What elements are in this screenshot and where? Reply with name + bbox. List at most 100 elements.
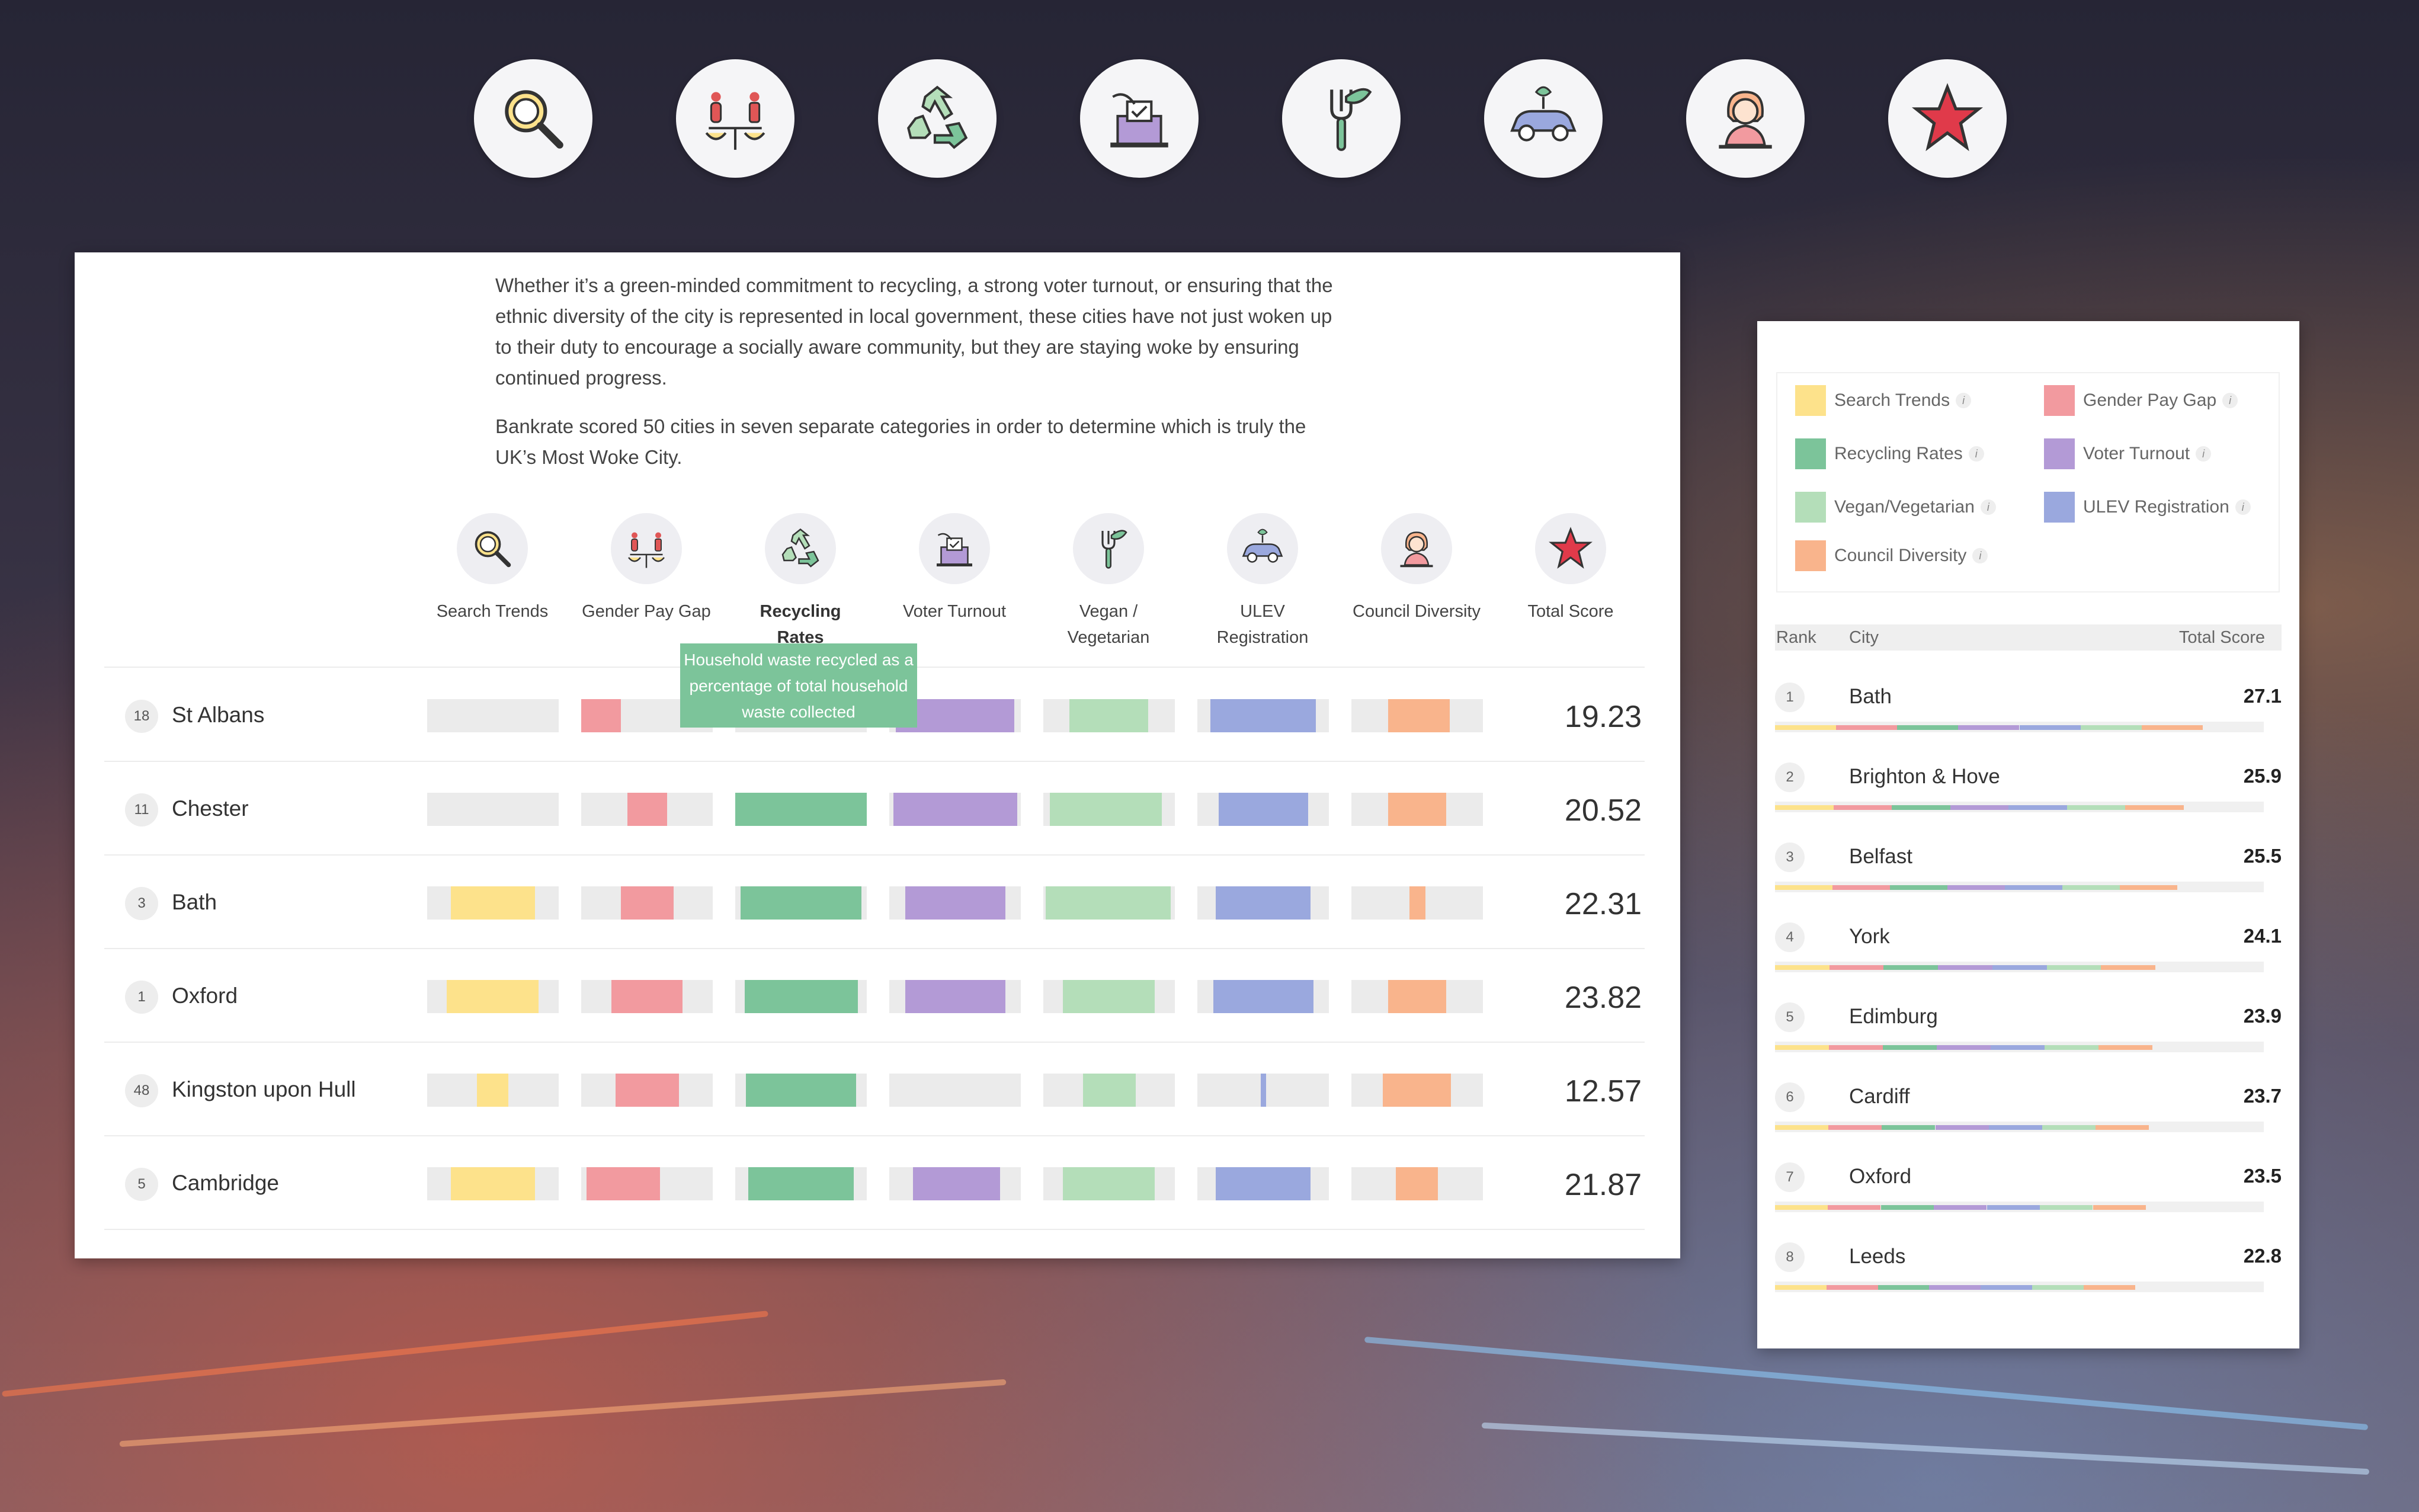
gender-pay-gap-bar[interactable] [581,980,713,1013]
bar-fill [447,980,539,1013]
list-city-name: Leeds [1849,1245,1906,1268]
voter-turnout-bar[interactable] [889,980,1021,1013]
vegan-vegetarian-bar[interactable] [1043,793,1175,826]
segment-voter-turnout [1937,1045,1991,1050]
ulev-registration-bar[interactable] [1197,793,1329,826]
column-header-search-trends[interactable]: Search Trends [427,513,558,624]
table-row[interactable]: 11 Chester 20.52 [104,761,1645,856]
legend-item-search-trends[interactable]: Search Trends i [1795,385,1972,416]
vegan-vegetarian-bar[interactable] [1043,1167,1175,1200]
info-icon[interactable]: i [1968,446,1984,462]
list-rank-badge: 1 [1775,683,1805,712]
recycle-icon [878,59,997,178]
legend-item-ulev-registration[interactable]: ULEV Registration i [2044,492,2251,523]
column-header-vegan-vegetarian[interactable]: Vegan / Vegetarian [1043,513,1174,651]
voter-turnout-bar[interactable] [889,1074,1021,1107]
recycling-rates-bar[interactable] [735,886,867,920]
search-trends-bar[interactable] [427,1167,559,1200]
column-header-ulev-registration[interactable]: ULEV Registration [1197,513,1328,651]
recycling-rates-bar[interactable] [735,980,867,1013]
list-rank-badge: 5 [1775,1002,1805,1032]
star-icon [1888,59,2007,178]
council-diversity-bar[interactable] [1351,980,1483,1013]
vegan-vegetarian-bar[interactable] [1043,980,1175,1013]
vegan-vegetarian-bar[interactable] [1043,886,1175,920]
bar-fill [627,793,667,826]
vegan-vegetarian-bar[interactable] [1043,1074,1175,1107]
council-diversity-bar[interactable] [1351,699,1483,732]
ranking-list-item[interactable]: 4 York 24.1 [1775,911,2282,991]
city-name: Chester [172,796,249,821]
recycling-rates-bar[interactable] [735,793,867,826]
councillor-icon [1686,59,1805,178]
search-trends-bar[interactable] [427,980,559,1013]
list-rank-badge: 7 [1775,1162,1805,1192]
info-icon[interactable]: i [2235,499,2251,515]
legend-swatch [1795,540,1826,571]
column-header-voter-turnout[interactable]: Voter Turnout [889,513,1020,624]
segment-search-trends [1775,1045,1829,1050]
info-icon[interactable]: i [1980,499,1996,515]
score-composition-bar [1775,1282,2264,1292]
column-label: Voter Turnout [902,602,1007,621]
table-row[interactable]: 1 Oxford 23.82 [104,948,1645,1043]
voter-turnout-bar[interactable] [889,886,1021,920]
table-row[interactable]: 3 Bath 22.31 [104,854,1645,949]
column-header-recycling-rates[interactable]: Recycling Rates [735,513,866,651]
table-row[interactable]: 48 Kingston upon Hull 12.57 [104,1042,1645,1136]
segment-vegan-vegetarian [2045,1045,2098,1050]
legend-item-council-diversity[interactable]: Council Diversity i [1795,540,1988,571]
council-diversity-bar[interactable] [1351,1074,1483,1107]
voter-turnout-bar[interactable] [889,793,1021,826]
light-streak [1364,1336,2369,1431]
recycle-icon [765,513,836,584]
segment-voter-turnout [1947,885,2005,890]
ballot-box-icon [1080,59,1199,178]
gender-pay-gap-bar[interactable] [581,793,713,826]
info-icon[interactable]: i [2222,393,2238,408]
council-diversity-bar[interactable] [1351,886,1483,920]
recycling-rates-bar[interactable] [735,1167,867,1200]
ranking-list-item[interactable]: 1 Bath 27.1 [1775,671,2282,751]
ulev-registration-bar[interactable] [1197,699,1329,732]
gender-pay-gap-bar[interactable] [581,886,713,920]
ranking-list-item[interactable]: 2 Brighton & Hove 25.9 [1775,751,2282,831]
segment-voter-turnout [1934,1205,1987,1210]
council-diversity-bar[interactable] [1351,1167,1483,1200]
segment-recycling-rates [1883,965,1938,970]
ranking-list-item[interactable]: 6 Cardiff 23.7 [1775,1071,2282,1151]
ranking-list-item[interactable]: 5 Edimburg 23.9 [1775,991,2282,1071]
ranking-list-item[interactable]: 8 Leeds 22.8 [1775,1231,2282,1311]
legend-item-gender-pay-gap[interactable]: Gender Pay Gap i [2044,385,2238,416]
column-header-total-score[interactable]: Total Score [1505,513,1636,624]
segment-recycling-rates [1890,885,1947,890]
vegan-vegetarian-bar[interactable] [1043,699,1175,732]
search-icon [474,59,592,178]
ulev-registration-bar[interactable] [1197,980,1329,1013]
gender-pay-gap-bar[interactable] [581,1074,713,1107]
info-icon[interactable]: i [1972,548,1988,563]
search-trends-bar[interactable] [427,1074,559,1107]
info-icon[interactable]: i [1956,393,1972,408]
voter-turnout-bar[interactable] [889,1167,1021,1200]
column-header-council-diversity[interactable]: Council Diversity [1351,513,1482,624]
ulev-registration-bar[interactable] [1197,1074,1329,1107]
segment-recycling-rates [1878,1285,1930,1290]
ulev-registration-bar[interactable] [1197,886,1329,920]
ulev-registration-bar[interactable] [1197,1167,1329,1200]
ranking-list-item[interactable]: 7 Oxford 23.5 [1775,1151,2282,1231]
council-diversity-bar[interactable] [1351,793,1483,826]
legend-item-recycling-rates[interactable]: Recycling Rates i [1795,438,1984,469]
search-trends-bar[interactable] [427,886,559,920]
legend-item-voter-turnout[interactable]: Voter Turnout i [2044,438,2212,469]
info-icon[interactable]: i [2196,446,2212,462]
gender-pay-gap-bar[interactable] [581,1167,713,1200]
search-trends-bar[interactable] [427,699,559,732]
ranking-list-item[interactable]: 3 Belfast 25.5 [1775,831,2282,911]
legend-item-vegan-vegetarian[interactable]: Vegan/Vegetarian i [1795,492,1996,523]
column-header-gender-pay-gap[interactable]: Gender Pay Gap [581,513,712,624]
table-row[interactable]: 5 Cambridge 21.87 [104,1135,1645,1230]
recycling-rates-bar[interactable] [735,1074,867,1107]
search-trends-bar[interactable] [427,793,559,826]
bar-fill [1050,793,1162,826]
